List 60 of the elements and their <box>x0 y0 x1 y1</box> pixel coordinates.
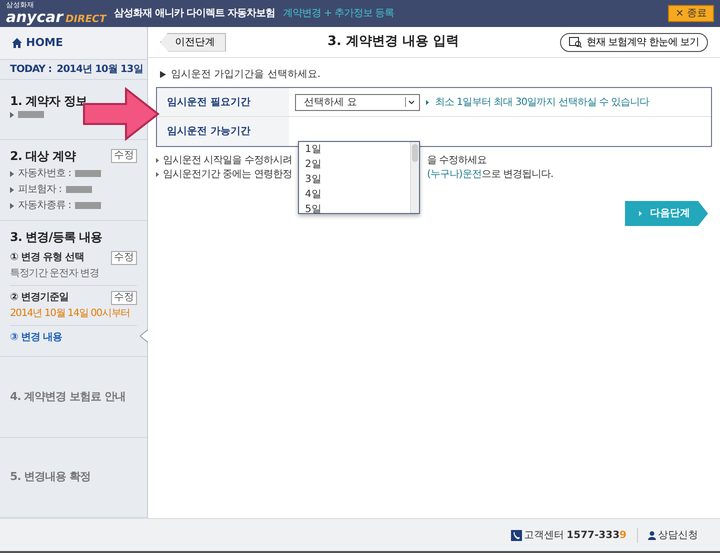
section-title: 1. 계약자 정보 <box>10 93 87 110</box>
bullet-icon <box>426 100 429 104</box>
header-subtitle: 계약변경 + 추가정보 등록 <box>283 7 394 21</box>
today-label: TODAY : <box>10 63 52 77</box>
edit-button[interactable]: 수정 <box>111 290 137 304</box>
note-text: 으로 변경됩니다. <box>481 168 554 182</box>
home-link[interactable]: HOME <box>26 34 64 52</box>
edit-button[interactable]: 수정 <box>111 149 137 163</box>
highlight-text: (누구나)운전 <box>427 168 482 182</box>
field-label: 임시운전 필요기간 <box>157 88 289 116</box>
document-search-icon <box>569 36 582 48</box>
step-title[interactable]: ③ 변경 내용 <box>10 330 62 345</box>
step-detail: 2014년 10월 14일 00시부터 <box>10 307 131 321</box>
brand-logo: anycar <box>6 10 63 25</box>
instruction-text: 임시운전 가입기간을 선택하세요. <box>171 68 321 82</box>
close-button[interactable]: × 종료 <box>668 5 714 22</box>
hint-text: 최소 1일부터 최대 30일까지 선택하실 수 있습니다 <box>435 96 650 110</box>
consult-link[interactable]: 상담신청 <box>658 528 698 542</box>
bullet-icon <box>10 186 14 192</box>
step-title[interactable]: ① 변경 유형 선택 <box>10 250 84 265</box>
step-detail: 특정기간 운전자 변경 <box>10 267 100 281</box>
note-text: 을 수정하세요 <box>427 154 487 168</box>
view-contract-button[interactable]: 현재 보험계약 한눈에 보기 <box>560 32 708 52</box>
previous-step-button[interactable]: 이전단계 <box>160 32 226 52</box>
note-text: 임시운전기간 중에는 연령한정 <box>163 168 292 180</box>
dropdown-option[interactable]: 5일 <box>299 202 410 213</box>
field-label: 자동차종류 : <box>18 199 72 213</box>
bullet-icon <box>10 112 14 118</box>
page-title: 3. 계약변경 내용 입력 <box>326 33 460 52</box>
bullet-icon <box>156 158 159 162</box>
field-label: 피보험자 : <box>18 183 62 197</box>
note-text: 임시운전 시작일을 수정하시려 <box>163 154 292 166</box>
home-icon[interactable] <box>12 38 22 48</box>
step-title[interactable]: ② 변경기준일 <box>10 290 68 305</box>
section-title: 4. 계약변경 보험료 안내 <box>10 388 126 404</box>
section-title: 3. 변경/등록 내용 <box>10 229 102 246</box>
caret-icon <box>405 97 415 107</box>
bullet-icon <box>156 172 159 176</box>
section-title: 5. 변경내용 확정 <box>10 469 90 485</box>
dropdown-option[interactable]: 3일 <box>299 172 410 187</box>
phone-icon <box>510 530 522 540</box>
dropdown-option[interactable]: 4일 <box>299 187 410 202</box>
header-title: 삼성화재 애니카 다이렉트 자동차보험 <box>114 7 276 21</box>
bullet-icon <box>639 211 642 216</box>
dropdown-option[interactable]: 1일 <box>299 142 410 157</box>
today-date: 2014년 10월 13일 <box>56 63 143 77</box>
period-select[interactable]: 선택하세 요 <box>295 94 420 110</box>
field-label: 임시운전 가능기간 <box>157 117 289 146</box>
edit-button[interactable]: 수정 <box>111 250 137 264</box>
phone-number: 1577-3339 <box>566 528 626 542</box>
brand-logo-suffix: DIRECT <box>66 15 106 25</box>
field-label: 자동차번호 : <box>18 167 72 181</box>
person-icon <box>648 530 656 540</box>
section-title: 2. 대상 계약 <box>10 148 76 165</box>
call-center-label: 고객센터 <box>524 528 564 542</box>
dropdown-option[interactable]: 2일 <box>299 157 410 172</box>
bullet-icon <box>10 170 14 176</box>
bullet-icon <box>10 202 14 208</box>
scrollbar-thumb[interactable] <box>412 144 418 162</box>
bullet-icon <box>160 71 166 78</box>
